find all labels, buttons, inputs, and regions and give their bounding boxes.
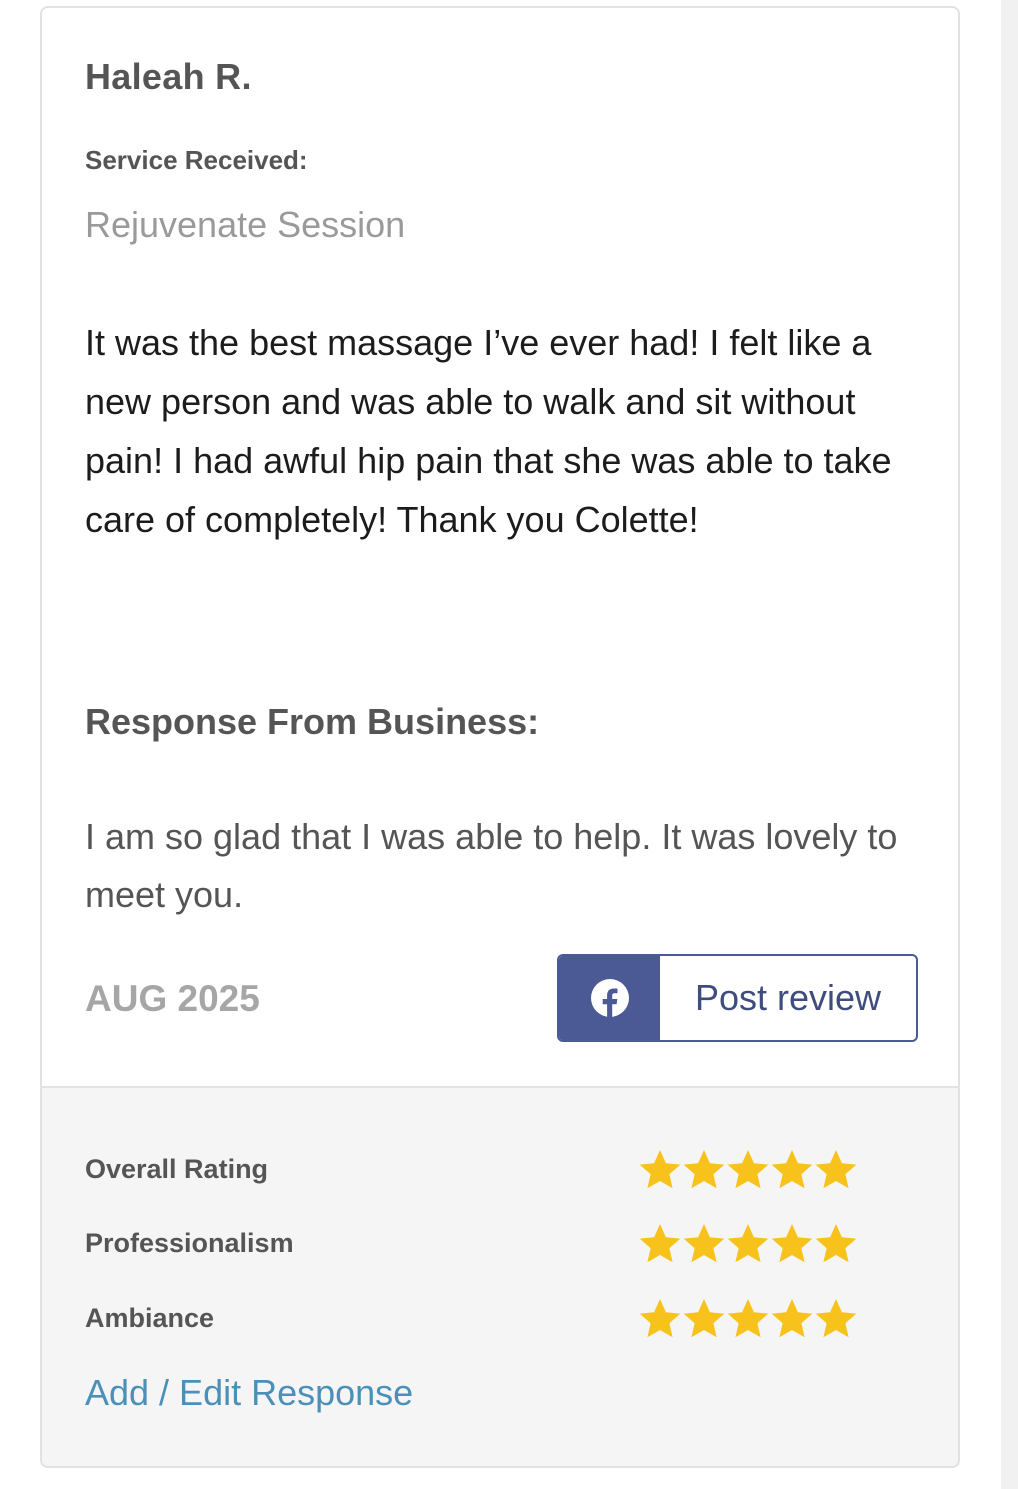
review-body: Haleah R. Service Received: Rejuvenate S… [42, 8, 958, 1086]
star-icon [815, 1224, 857, 1263]
rating-label-professionalism: Professionalism [85, 1228, 294, 1258]
scrollbar-track[interactable] [1001, 0, 1018, 1489]
star-icon [683, 1224, 725, 1263]
star-icon [639, 1224, 681, 1263]
star-icon [727, 1224, 769, 1263]
rating-stars-ambiance [638, 1297, 858, 1341]
star-icon [683, 1150, 725, 1189]
star-icon [771, 1224, 813, 1263]
facebook-icon-box [559, 956, 660, 1040]
review-date: AUG 2025 [85, 978, 260, 1019]
rating-stars-overall [638, 1148, 858, 1192]
response-heading: Response From Business: [85, 701, 540, 742]
review-text: It was the best massage I’ve ever had! I… [85, 322, 892, 540]
star-icon [727, 1150, 769, 1189]
facebook-icon [590, 979, 629, 1018]
add-edit-response-link[interactable]: Add / Edit Response [85, 1372, 413, 1414]
service-name: Rejuvenate Session [85, 204, 406, 245]
post-review-label: Post review [694, 977, 882, 1018]
rating-label-overall: Overall Rating [85, 1154, 269, 1184]
star-icon [815, 1299, 857, 1338]
reviewer-name: Haleah R. [85, 56, 252, 97]
star-icon [639, 1299, 681, 1338]
star-icon [727, 1299, 769, 1338]
review-card: Haleah R. Service Received: Rejuvenate S… [40, 6, 960, 1468]
rating-stars-professionalism [638, 1222, 858, 1266]
post-review-button[interactable]: Post review [557, 954, 918, 1042]
star-icon [683, 1299, 725, 1338]
star-icon [771, 1150, 813, 1189]
rating-label-ambiance: Ambiance [85, 1303, 215, 1333]
star-icon [771, 1299, 813, 1338]
business-response-text: I am so glad that I was able to help. It… [85, 816, 898, 915]
star-icon [639, 1150, 681, 1189]
ratings-panel: Overall Rating Professionalism Ambiance … [42, 1086, 958, 1466]
star-icon [815, 1150, 857, 1189]
service-received-label: Service Received: [85, 145, 308, 175]
